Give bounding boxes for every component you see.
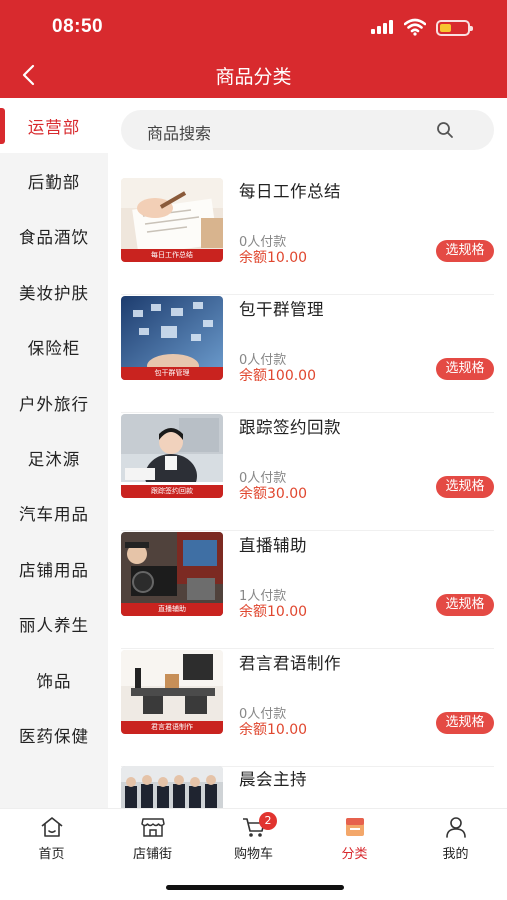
sidebar-item[interactable]: 医药保健 <box>0 707 108 762</box>
tab-mine[interactable]: 我的 <box>405 815 506 867</box>
product-price: 余额10.00 <box>239 250 308 266</box>
product-item[interactable]: 君言君语制作 君言君语制作 0人付款 余额10.00 选规格 <box>121 650 494 767</box>
thumbnail-caption: 君言君语制作 <box>121 721 223 734</box>
home-icon <box>41 817 62 837</box>
thumbnail-caption: 直播辅助 <box>121 603 223 616</box>
sidebar-item[interactable]: 店铺用品 <box>0 541 108 596</box>
sidebar-item[interactable]: 足沐源 <box>0 430 108 485</box>
tab-cart[interactable]: 2 购物车 <box>203 812 304 867</box>
product-thumbnail[interactable]: 跟踪签约回款 <box>121 414 223 498</box>
product-item[interactable]: 每日工作总结 每日工作总结 0人付款 余额10.00 选规格 <box>121 178 494 295</box>
tab-label: 分类 <box>341 847 368 862</box>
tab-label: 购物车 <box>233 847 273 862</box>
sidebar-item[interactable]: 美妆护肤 <box>0 264 108 319</box>
tab-label: 店铺街 <box>132 847 172 862</box>
product-thumbnail[interactable]: 直播辅助 <box>121 532 223 616</box>
product-thumbnail[interactable]: 每日工作总结 <box>121 178 223 262</box>
product-item[interactable]: 包干群管理 包干群管理 0人付款 余额100.00 选规格 <box>121 296 494 413</box>
product-name: 每日工作总结 <box>239 182 341 201</box>
select-spec-button[interactable]: 选规格 <box>436 240 494 262</box>
user-icon <box>445 817 466 838</box>
product-price: 余额100.00 <box>239 368 316 384</box>
header: 08:50 商品分类 <box>0 0 507 98</box>
product-item[interactable]: 跟踪签约回款 跟踪签约回款 0人付款 余额30.00 选规格 <box>121 414 494 531</box>
thumbnail-caption: 每日工作总结 <box>121 249 223 262</box>
product-list-panel: 商品搜索 每日工作总结 每日工作总结 0人付款 余额10.00 选规格 包干群管… <box>108 98 507 808</box>
wifi-icon <box>404 18 426 36</box>
store-icon <box>140 818 165 837</box>
thumbnail-caption: 跟踪签约回款 <box>121 485 223 498</box>
signal-icon <box>371 20 395 34</box>
select-spec-button[interactable]: 选规格 <box>436 358 494 380</box>
product-thumbnail[interactable]: 包干群管理 <box>121 296 223 380</box>
sidebar-item[interactable]: 户外旅行 <box>0 375 108 430</box>
tab-label: 我的 <box>442 847 469 862</box>
search-input[interactable]: 商品搜索 <box>147 120 211 144</box>
tab-home[interactable]: 首页 <box>1 815 102 867</box>
product-price: 余额30.00 <box>239 486 308 502</box>
product-name: 直播辅助 <box>239 536 307 555</box>
product-name: 晨会主持 <box>239 770 307 789</box>
thumbnail-caption: 包干群管理 <box>121 367 223 380</box>
select-spec-button[interactable]: 选规格 <box>436 594 494 616</box>
product-name: 跟踪签约回款 <box>239 418 341 437</box>
product-thumbnail[interactable]: 君言君语制作 <box>121 650 223 734</box>
product-item[interactable]: 晨会主持 <box>121 766 494 808</box>
category-sidebar: 运营部 后勤部 食品酒饮 美妆护肤 保险柜 户外旅行 足沐源 汽车用品 店铺用品… <box>0 98 108 808</box>
status-time: 08:50 <box>52 16 104 37</box>
cart-badge: 2 <box>259 812 277 830</box>
status-bar: 08:50 <box>0 0 507 52</box>
select-spec-button[interactable]: 选规格 <box>436 712 494 734</box>
category-icon <box>345 818 364 836</box>
sidebar-item[interactable]: 食品酒饮 <box>0 209 108 264</box>
sidebar-item[interactable]: 丽人养生 <box>0 597 108 652</box>
nav-bar: 商品分类 <box>0 52 507 98</box>
tab-store-street[interactable]: 店铺街 <box>102 815 203 867</box>
select-spec-button[interactable]: 选规格 <box>436 476 494 498</box>
product-name: 包干群管理 <box>239 300 324 319</box>
product-price: 余额10.00 <box>239 604 308 620</box>
search-icon[interactable] <box>436 121 454 139</box>
product-name: 君言君语制作 <box>239 654 341 673</box>
product-thumbnail[interactable] <box>121 766 223 808</box>
search-bar[interactable]: 商品搜索 <box>121 110 494 150</box>
page-title: 商品分类 <box>215 66 292 88</box>
home-indicator <box>166 885 344 890</box>
battery-icon <box>436 20 473 36</box>
product-item[interactable]: 直播辅助 直播辅助 1人付款 余额10.00 选规格 <box>121 532 494 649</box>
product-price: 余额10.00 <box>239 722 308 738</box>
sidebar-item[interactable]: 后勤部 <box>0 153 108 208</box>
sidebar-item[interactable]: 饰品 <box>0 652 108 707</box>
sidebar-item[interactable]: 运营部 <box>0 98 108 154</box>
tab-label: 首页 <box>38 847 65 862</box>
tab-category[interactable]: 分类 <box>304 815 405 867</box>
sidebar-item[interactable]: 保险柜 <box>0 320 108 375</box>
sidebar-item[interactable]: 汽车用品 <box>0 486 108 541</box>
